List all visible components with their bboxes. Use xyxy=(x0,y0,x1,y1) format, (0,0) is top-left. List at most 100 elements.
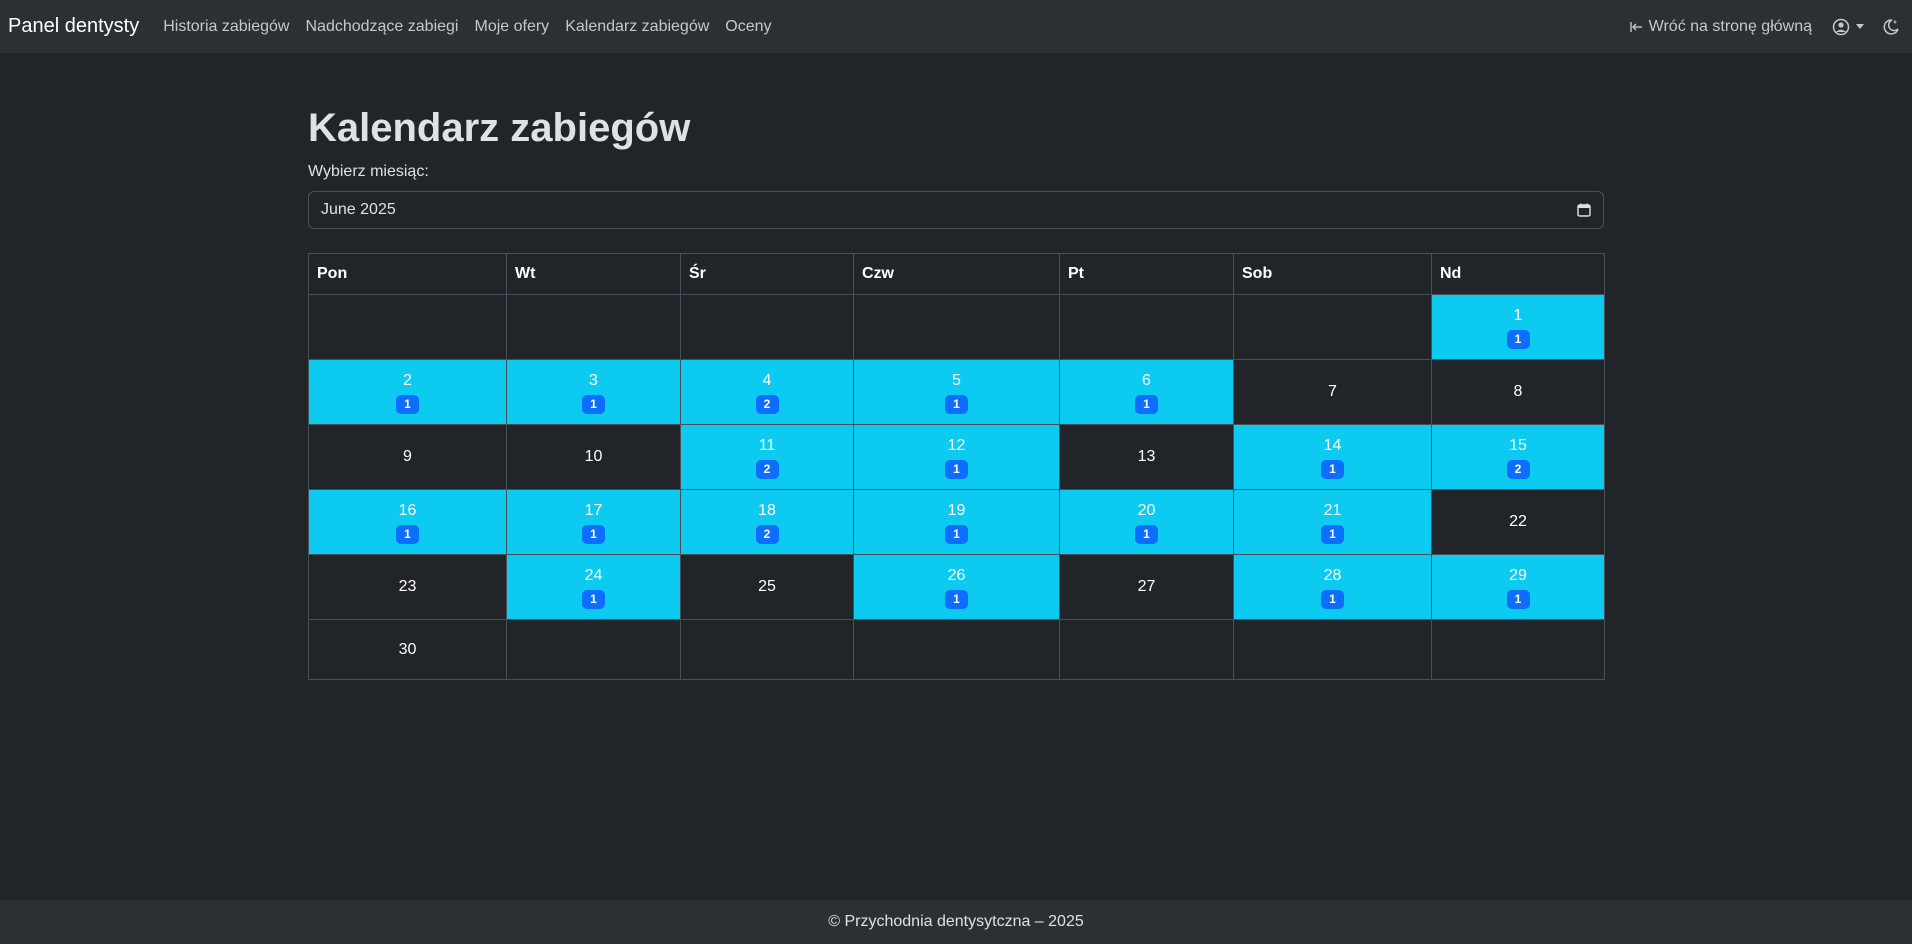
calendar-empty-cell xyxy=(1431,619,1605,680)
day-number: 23 xyxy=(398,578,417,595)
calendar-day-cell-busy[interactable]: 24 1 xyxy=(506,554,681,620)
calendar-day-cell-busy[interactable]: 21 1 xyxy=(1233,489,1432,555)
user-menu-dropdown[interactable] xyxy=(1832,18,1864,36)
day-number: 28 xyxy=(1323,566,1342,584)
calendar-day-cell-busy[interactable]: 11 xyxy=(1431,294,1605,360)
day-number: 20 xyxy=(1137,501,1156,519)
calendar-day-cell: 10 xyxy=(506,424,681,490)
day-number: 2 xyxy=(403,371,412,389)
calendar-week-row: 23 24 1 25 26 1 27 28 1 29 1 xyxy=(308,554,1605,620)
calendar-day-cell-busy[interactable]: 15 2 xyxy=(1431,424,1605,490)
day-number: 18 xyxy=(758,501,776,519)
calendar-day-cell-busy[interactable]: 61 xyxy=(1059,359,1234,425)
calendar-empty-cell xyxy=(1233,294,1432,360)
calendar-day-cell-busy[interactable]: 21 xyxy=(308,359,507,425)
calendar-day-cell: 30 xyxy=(308,619,507,680)
day-number: 14 xyxy=(1323,436,1342,454)
theme-toggle-button[interactable] xyxy=(1882,18,1900,36)
day-number: 5 xyxy=(952,371,961,389)
calendar-day-cell-busy[interactable]: 20 1 xyxy=(1059,489,1234,555)
calendar-week-row: 30 xyxy=(308,619,1605,680)
appointment-count-badge: 1 xyxy=(945,394,968,414)
nav-link-calendar[interactable]: Kalendarz zabiegów xyxy=(565,18,709,36)
calendar-day-cell-busy[interactable]: 29 1 xyxy=(1431,554,1605,620)
nav-link-upcoming[interactable]: Nadchodzące zabiegi xyxy=(305,18,458,36)
appointment-count-badge: 1 xyxy=(582,524,605,544)
nav-link-offers[interactable]: Moje ofery xyxy=(474,18,549,36)
calendar-day-cell-busy[interactable]: 11 2 xyxy=(680,424,854,490)
calendar-day-cell: 22 xyxy=(1431,489,1605,555)
appointment-count-badge: 1 xyxy=(1321,589,1344,609)
appointment-count-badge: 2 xyxy=(755,524,779,544)
calendar-day-cell-busy[interactable]: 16 1 xyxy=(308,489,507,555)
day-number: 1 xyxy=(1513,306,1523,324)
calendar-day-cell-busy[interactable]: 12 1 xyxy=(853,424,1060,490)
appointment-count-badge: 1 xyxy=(1321,459,1344,479)
calendar-empty-cell xyxy=(853,294,1060,360)
nav-link-ratings[interactable]: Oceny xyxy=(725,18,771,36)
calendar-empty-cell xyxy=(308,294,507,360)
day-number: 16 xyxy=(398,501,417,519)
calendar-day-cell-busy[interactable]: 18 2 xyxy=(680,489,854,555)
day-number: 17 xyxy=(584,501,603,519)
chevron-down-icon xyxy=(1856,24,1864,29)
user-circle-icon xyxy=(1832,18,1850,35)
calendar-day-cell-busy[interactable]: 31 xyxy=(506,359,681,425)
calendar-day-cell-busy[interactable]: 42 xyxy=(680,359,854,425)
month-picker-value: June 2025 xyxy=(321,201,396,218)
appointment-count-badge: 1 xyxy=(945,459,968,479)
calendar-day-cell: 7 xyxy=(1233,359,1432,425)
day-number: 30 xyxy=(398,640,417,658)
calendar-empty-cell xyxy=(853,619,1060,680)
back-link-label: Wróć na stronę główną xyxy=(1648,17,1812,35)
calendar-empty-cell xyxy=(680,294,854,360)
calendar-day-cell-busy[interactable]: 28 1 xyxy=(1233,554,1432,620)
appointment-count-badge: 1 xyxy=(582,589,605,609)
calendar-week-row: 11 xyxy=(308,294,1605,360)
nav-links: Historia zabiegów Nadchodzące zabiegi Mo… xyxy=(163,18,787,36)
day-number: 11 xyxy=(758,436,776,454)
day-number: 8 xyxy=(1513,383,1523,400)
back-to-home-link[interactable]: Wróć na stronę główną xyxy=(1629,18,1812,36)
nav-right: Wróć na stronę główną xyxy=(1629,18,1904,36)
calendar-week-row: 213142516178 xyxy=(308,359,1605,425)
navbar: Panel dentysty Historia zabiegów Nadchod… xyxy=(0,0,1912,53)
appointment-count-badge: 2 xyxy=(755,459,779,479)
calendar-day-cell-busy[interactable]: 19 1 xyxy=(853,489,1060,555)
calendar-day-cell: 27 xyxy=(1059,554,1234,620)
appointment-count-badge: 1 xyxy=(1506,329,1530,349)
day-number: 7 xyxy=(1328,383,1337,400)
main-content: Kalendarz zabiegów Wybierz miesiąc: June… xyxy=(308,53,1605,680)
weekday-header: Sob xyxy=(1233,253,1432,295)
day-number: 19 xyxy=(947,501,966,519)
calendar-empty-cell xyxy=(506,294,681,360)
calendar-day-cell: 25 xyxy=(680,554,854,620)
calendar-header-row: Pon Wt Śr Czw Pt Sob Nd xyxy=(308,253,1605,295)
page-title: Kalendarz zabiegów xyxy=(308,106,691,150)
appointment-count-badge: 1 xyxy=(582,394,605,414)
weekday-header: Śr xyxy=(680,253,854,295)
day-number: 26 xyxy=(947,566,966,584)
day-number: 3 xyxy=(589,371,598,389)
calendar-day-cell-busy[interactable]: 14 1 xyxy=(1233,424,1432,490)
nav-link-history[interactable]: Historia zabiegów xyxy=(163,18,289,36)
brand-link[interactable]: Panel dentysty xyxy=(8,15,139,38)
calendar-empty-cell xyxy=(506,619,681,680)
calendar-day-cell: 9 xyxy=(308,424,507,490)
day-number: 6 xyxy=(1142,371,1151,389)
calendar-day-cell: 23 xyxy=(308,554,507,620)
calendar-day-cell-busy[interactable]: 51 xyxy=(853,359,1060,425)
appointment-count-badge: 1 xyxy=(1135,394,1158,414)
day-number: 27 xyxy=(1137,578,1156,595)
appointment-count-badge: 1 xyxy=(945,524,968,544)
calendar-empty-cell xyxy=(680,619,854,680)
month-label: Wybierz miesiąc: xyxy=(308,163,429,180)
appointment-count-badge: 2 xyxy=(755,394,779,414)
calendar-icon[interactable] xyxy=(1577,203,1591,217)
appointment-count-badge: 1 xyxy=(945,589,968,609)
calendar-empty-cell xyxy=(1233,619,1432,680)
calendar-day-cell-busy[interactable]: 26 1 xyxy=(853,554,1060,620)
day-number: 24 xyxy=(584,566,603,584)
month-picker-input[interactable]: June 2025 xyxy=(308,191,1604,229)
calendar-day-cell-busy[interactable]: 17 1 xyxy=(506,489,681,555)
